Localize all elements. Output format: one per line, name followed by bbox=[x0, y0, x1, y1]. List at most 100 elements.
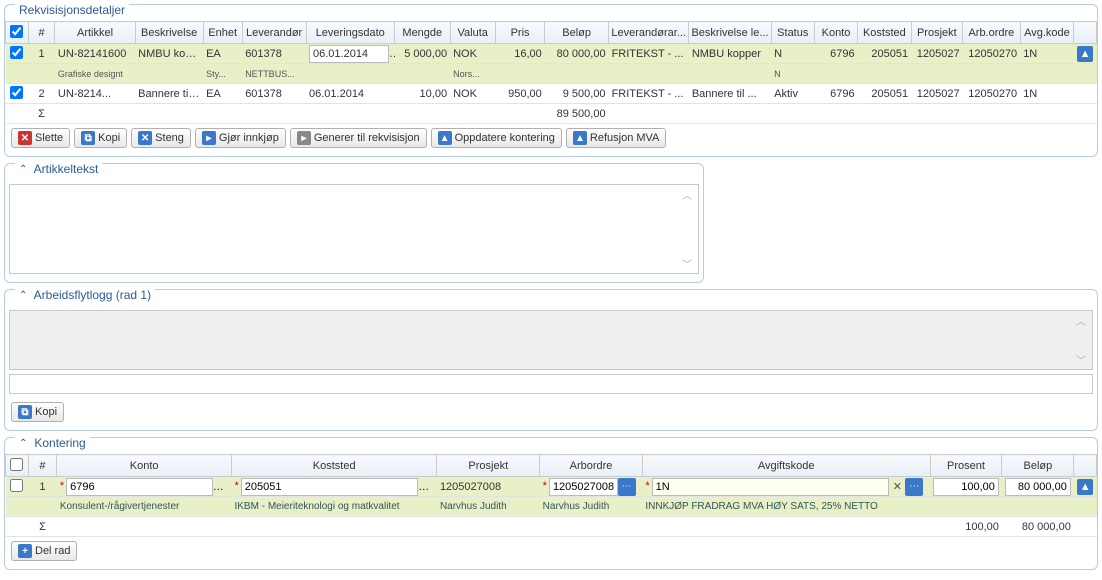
split-row-button[interactable]: +Del rad bbox=[11, 541, 77, 561]
article-text-panel: ⌃ Artikkeltekst ︿ ﹀ bbox=[4, 163, 704, 283]
refund-vat-button[interactable]: ▲Refusjon MVA bbox=[566, 128, 667, 148]
koststed-input[interactable] bbox=[241, 478, 418, 496]
cell-beskle: Bannere til ... bbox=[689, 84, 771, 104]
header-arbordre[interactable]: Arbordre bbox=[540, 455, 643, 477]
sum-row: Σ 100,00 80 000,00 bbox=[6, 517, 1097, 537]
requisition-table: # Artikkel Beskrivelse Enhet Leverandør … bbox=[5, 21, 1097, 124]
cell-prosjekt: 1205027 bbox=[911, 84, 962, 104]
header-levar[interactable]: Leverandørar... bbox=[609, 22, 689, 44]
cell-avgiftskode-sub: INNKJØP FRADRAG MVA HØY SATS, 25% NETTO bbox=[642, 497, 930, 517]
cell-avgkode: 1N bbox=[1020, 84, 1074, 104]
scrollbar[interactable]: ︿ ﹀ bbox=[1076, 313, 1090, 367]
table-row[interactable]: 1 *⋯ *⋯ 1205027008 *⋯ *✕⋯ ▲ bbox=[6, 477, 1097, 497]
belop-input[interactable] bbox=[1005, 478, 1071, 496]
header-pris[interactable]: Pris bbox=[495, 22, 544, 44]
workflow-input[interactable] bbox=[9, 374, 1093, 394]
cell-artikkel: UN-8214... bbox=[55, 84, 135, 104]
sum-belop: 80 000,00 bbox=[1002, 517, 1074, 537]
header-avgiftskode[interactable]: Avgiftskode bbox=[642, 455, 930, 477]
close-button[interactable]: ✕Steng bbox=[131, 128, 191, 148]
sum-prosent: 100,00 bbox=[930, 517, 1002, 537]
required-icon: * bbox=[234, 480, 238, 492]
select-all-checkbox[interactable] bbox=[10, 25, 23, 38]
copy-button[interactable]: ⧉Kopi bbox=[11, 402, 64, 422]
header-prosent[interactable]: Prosent bbox=[930, 455, 1002, 477]
scroll-down-icon[interactable]: ﹀ bbox=[1076, 352, 1090, 367]
cell-beskle: NMBU kopper bbox=[689, 44, 771, 64]
cell-artikkel: UN-82141600 bbox=[55, 44, 135, 64]
header-belop[interactable]: Beløp bbox=[545, 22, 609, 44]
header-status[interactable]: Status bbox=[771, 22, 814, 44]
header-konto[interactable]: Konto bbox=[814, 22, 857, 44]
prosent-input[interactable] bbox=[933, 478, 999, 496]
generate-requisition-button[interactable]: ▸Generer til rekvisisjon bbox=[290, 128, 427, 148]
cell-enhet: EA bbox=[203, 44, 242, 64]
avgiftskode-input[interactable] bbox=[652, 478, 890, 496]
scroll-up-icon[interactable]: ︿ bbox=[682, 187, 696, 202]
table-row[interactable]: 1 UN-82141600 NMBU kop... EA 601378 06.0… bbox=[6, 44, 1097, 64]
purchase-icon: ▸ bbox=[202, 131, 216, 145]
header-koststed[interactable]: Koststed bbox=[858, 22, 912, 44]
header-valuta[interactable]: Valuta bbox=[450, 22, 495, 44]
scroll-down-icon[interactable]: ﹀ bbox=[682, 256, 696, 271]
select-all-checkbox[interactable] bbox=[10, 458, 23, 471]
header-prosjekt[interactable]: Prosjekt bbox=[911, 22, 962, 44]
header-mengde[interactable]: Mengde bbox=[395, 22, 451, 44]
sum-belop: 89 500,00 bbox=[545, 104, 609, 124]
cell-belop: 80 000,00 bbox=[545, 44, 609, 64]
row-checkbox[interactable] bbox=[10, 86, 23, 99]
copy-button[interactable]: ⧉Kopi bbox=[74, 128, 127, 148]
cell-koststed-sub: IKBM - Meieriteknologi og matkvalitet bbox=[231, 497, 436, 517]
cell-beskrivelse: Bannere til ... bbox=[135, 84, 203, 104]
row-checkbox[interactable] bbox=[10, 46, 23, 59]
header-artikkel[interactable]: Artikkel bbox=[55, 22, 135, 44]
header-avgkode[interactable]: Avg.kode bbox=[1020, 22, 1074, 44]
header-leverandor[interactable]: Leverandør bbox=[242, 22, 306, 44]
requisition-details-panel: Rekvisisjonsdetaljer # Artikkel Beskrive… bbox=[4, 4, 1098, 157]
clear-icon[interactable]: ✕ bbox=[889, 479, 905, 495]
header-belop[interactable]: Beløp bbox=[1002, 455, 1074, 477]
panel-title-articletext: ⌃ Artikkeltekst bbox=[15, 162, 102, 176]
row-action-icon[interactable]: ▲ bbox=[1077, 46, 1093, 62]
cell-levdato: 06.01.2014 bbox=[306, 84, 395, 104]
header-beskrivelse[interactable]: Beskrivelse bbox=[135, 22, 203, 44]
header-arbordre[interactable]: Arb.ordre bbox=[963, 22, 1021, 44]
header-prosjekt[interactable]: Prosjekt bbox=[437, 455, 540, 477]
required-icon: * bbox=[543, 480, 547, 492]
scrollbar[interactable]: ︿ ﹀ bbox=[682, 187, 696, 271]
cell-prosjekt: 1205027 bbox=[911, 44, 962, 64]
collapse-icon[interactable]: ⌃ bbox=[19, 438, 31, 449]
collapse-icon[interactable]: ⌃ bbox=[19, 164, 31, 175]
header-checkbox[interactable] bbox=[6, 22, 29, 44]
lookup-icon[interactable]: ⋯ bbox=[618, 478, 636, 496]
article-text-area[interactable]: ︿ ﹀ bbox=[9, 184, 699, 274]
sigma-label: Σ bbox=[28, 517, 57, 537]
cell-enhet: EA bbox=[203, 84, 242, 104]
sum-row: Σ 89 500,00 bbox=[6, 104, 1097, 124]
row-checkbox[interactable] bbox=[10, 479, 23, 492]
collapse-icon[interactable]: ⌃ bbox=[19, 290, 31, 301]
row-action-icon[interactable]: ▲ bbox=[1077, 479, 1093, 495]
cell-avgiftskode: *✕⋯ bbox=[642, 477, 930, 497]
cell-leverandor: 601378 bbox=[242, 84, 306, 104]
cell-arbordre: *⋯ bbox=[540, 477, 643, 497]
scroll-up-icon[interactable]: ︿ bbox=[1076, 313, 1090, 328]
header-num[interactable]: # bbox=[28, 455, 57, 477]
update-accounting-button[interactable]: ▲Oppdatere kontering bbox=[431, 128, 562, 148]
header-levdato[interactable]: Leveringsdato bbox=[306, 22, 395, 44]
header-koststed[interactable]: Koststed bbox=[231, 455, 436, 477]
header-beskle[interactable]: Beskrivelse le... bbox=[689, 22, 771, 44]
arbordre-input[interactable] bbox=[549, 478, 618, 496]
cell-prosjekt: 1205027008 bbox=[437, 477, 540, 497]
table-row[interactable]: 2 UN-8214... Bannere til ... EA 601378 0… bbox=[6, 84, 1097, 104]
cell-levdato: 06.01.2014📅 bbox=[306, 44, 395, 64]
date-input[interactable]: 06.01.2014 bbox=[309, 45, 389, 63]
header-enhet[interactable]: Enhet bbox=[203, 22, 242, 44]
copy-icon: ⧉ bbox=[81, 131, 95, 145]
lookup-icon[interactable]: ⋯ bbox=[905, 478, 923, 496]
make-purchase-button[interactable]: ▸Gjør innkjøp bbox=[195, 128, 286, 148]
header-konto[interactable]: Konto bbox=[57, 455, 232, 477]
delete-button[interactable]: ✕Slette bbox=[11, 128, 70, 148]
konto-input[interactable] bbox=[66, 478, 213, 496]
header-num[interactable]: # bbox=[28, 22, 55, 44]
